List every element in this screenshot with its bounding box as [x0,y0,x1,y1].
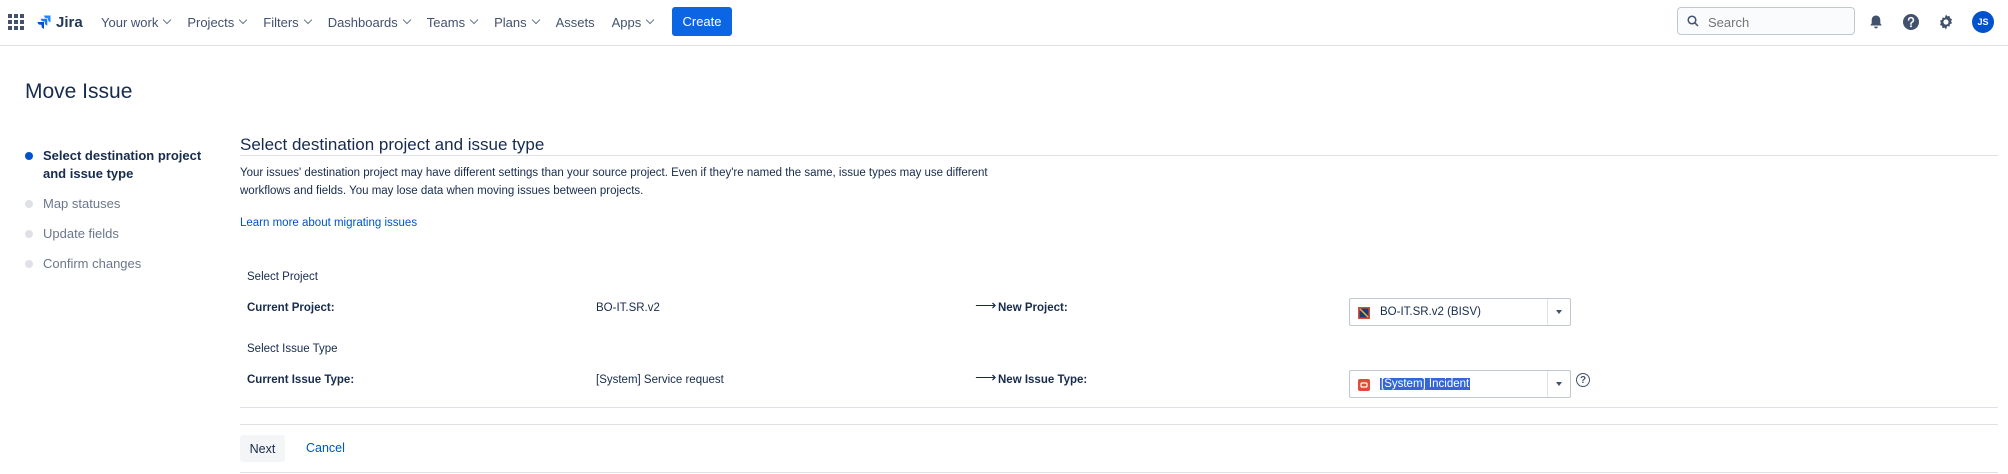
help-icon[interactable] [1900,11,1922,33]
step-select-destination: Select destination project and issue typ… [25,147,210,183]
nav-teams[interactable]: Teams [426,14,479,30]
jira-logo-text: Jira [56,13,83,31]
divider [240,472,1998,473]
step-dot-icon [25,230,33,238]
new-project-value: BO-IT.SR.v2 (BISV) [1380,306,1481,318]
project-avatar-icon [1358,307,1370,319]
nav-apps[interactable]: Apps [611,14,655,30]
page-title: Move Issue [25,80,133,103]
search-box[interactable] [1677,7,1855,35]
nav-label: Filters [263,14,299,30]
current-issue-type-value: [System] Service request [596,374,724,386]
step-map-statuses: Map statuses [25,196,210,211]
current-issue-type-label: Current Issue Type: [247,374,355,386]
nav-assets[interactable]: Assets [556,15,595,30]
incident-type-icon [1358,379,1370,391]
nav-label: Your work [101,14,159,30]
nav-label: Plans [494,14,527,30]
step-label: Update fields [43,226,119,241]
nav-filters[interactable]: Filters [263,14,312,30]
new-project-select[interactable]: BO-IT.SR.v2 (BISV) [1349,298,1571,326]
dropdown-arrow-icon[interactable] [1547,371,1570,397]
chevron-down-icon [303,15,312,25]
wizard-steps: Select destination project and issue typ… [25,147,210,271]
nav-label: Apps [611,14,642,30]
chevron-down-icon [646,15,655,25]
chevron-down-icon [239,15,248,25]
next-button[interactable]: Next [240,435,285,462]
select-project-label: Select Project [247,271,318,283]
step-dot-icon [25,200,33,208]
chevron-down-icon [163,15,172,25]
nav-dashboards[interactable]: Dashboards [327,14,412,30]
nav-label: Teams [426,14,466,30]
nav-projects[interactable]: Projects [187,14,248,30]
nav-label: Assets [555,14,595,30]
jira-logo[interactable]: Jira [36,10,83,34]
current-project-value: BO-IT.SR.v2 [596,302,660,314]
create-button[interactable]: Create [672,7,732,36]
nav-plans[interactable]: Plans [494,14,540,30]
dropdown-arrow-icon[interactable] [1547,299,1570,325]
search-icon [1687,15,1699,27]
top-navigation: Jira Your work Projects Filters Dashboar… [0,0,2008,46]
primary-nav: Your work Projects Filters Dashboards Te… [101,0,670,44]
divider [240,155,1998,156]
nav-label: Projects [187,14,235,30]
current-project-label: Current Project: [247,302,335,314]
avatar[interactable]: JS [1972,11,1994,33]
step-dot-icon [25,260,33,268]
notifications-bell-icon[interactable] [1865,11,1887,33]
divider [240,407,1998,408]
search-input[interactable] [1706,12,1850,32]
step-confirm-changes: Confirm changes [25,256,210,271]
step-update-fields: Update fields [25,226,210,241]
chevron-down-icon [469,15,479,25]
nav-your-work[interactable]: Your work [101,14,172,30]
new-project-label: New Project: [998,302,1068,314]
step-label: Select destination project and issue typ… [43,148,202,181]
chevron-down-icon [402,15,412,25]
learn-more-link[interactable]: Learn more about migrating issues [240,217,417,229]
arrow-right-icon: ⟶ [975,369,997,386]
nav-label: Dashboards [327,14,398,30]
section-title: Select destination project and issue typ… [240,135,545,154]
new-issue-type-label: New Issue Type: [998,374,1088,386]
settings-gear-icon[interactable] [1935,11,1957,33]
app-switcher-icon[interactable] [8,14,24,30]
step-label: Map statuses [43,196,121,211]
chevron-down-icon [531,15,540,25]
description-text: Your issues' destination project may hav… [240,167,988,197]
divider [240,424,1998,425]
jira-mark-icon [37,15,51,29]
select-issue-type-label: Select Issue Type [247,343,338,355]
step-label: Confirm changes [43,256,142,271]
question-help-icon[interactable]: ? [1576,373,1590,387]
new-issue-type-select[interactable]: [System] Incident [1349,370,1571,398]
step-current-dot-icon [25,152,33,160]
cancel-link[interactable]: Cancel [306,441,345,455]
new-issue-type-value[interactable]: [System] Incident [1380,378,1471,390]
arrow-right-icon: ⟶ [975,297,997,314]
